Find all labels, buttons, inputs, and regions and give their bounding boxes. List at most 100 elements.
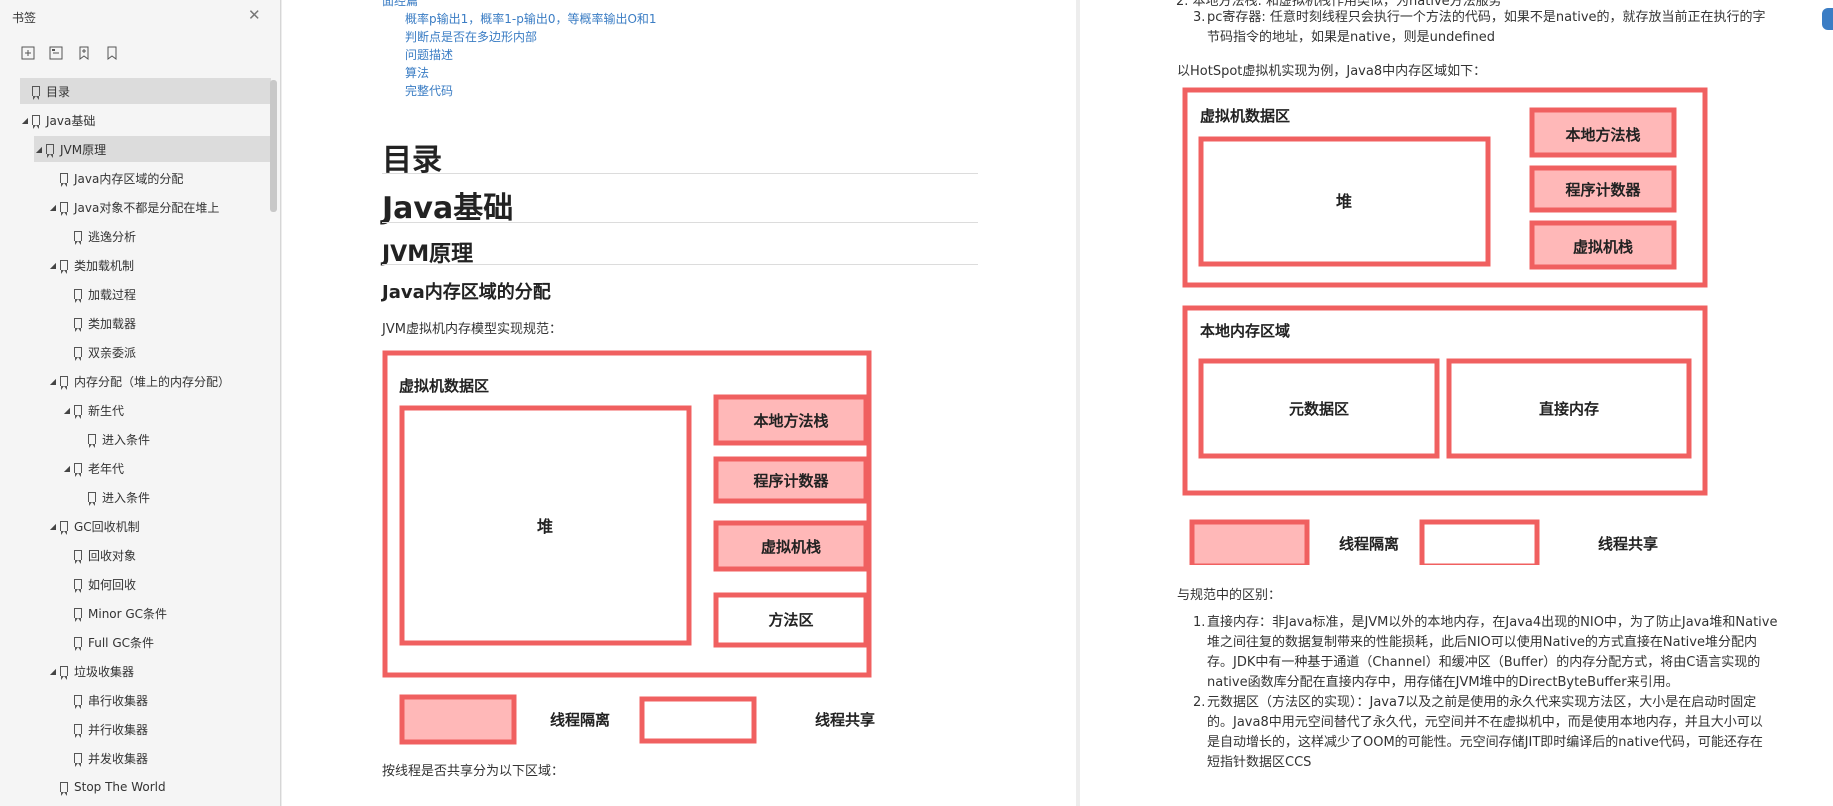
legend-private-box bbox=[399, 694, 517, 745]
toc-link[interactable]: 完整代码 bbox=[405, 82, 453, 99]
sidebar-bookmark-item[interactable]: 目录 bbox=[20, 78, 271, 104]
bookmark-flag-icon bbox=[74, 405, 82, 419]
sidebar-bookmark-item[interactable]: 进入条件 bbox=[76, 484, 271, 510]
expand-arrow-icon[interactable]: ◢ bbox=[48, 667, 58, 676]
sidebar-bookmark-item[interactable]: 双亲委派 bbox=[62, 339, 271, 365]
bookmark-label: 逃逸分析 bbox=[88, 229, 137, 244]
bookmark-flag-icon bbox=[32, 115, 40, 129]
diff-title: 与规范中的区别： bbox=[1177, 588, 1282, 603]
data-area-title: 虚拟机数据区 bbox=[1200, 107, 1290, 125]
sidebar-bookmark-item[interactable]: ◢ 类加载机制 bbox=[48, 252, 271, 278]
bookmark-flag-icon bbox=[74, 637, 82, 651]
expand-arrow-icon[interactable]: ◢ bbox=[62, 464, 72, 473]
legend-shared-box bbox=[639, 696, 757, 744]
bookmark-flag-icon bbox=[60, 376, 68, 390]
sidebar-bookmark-item[interactable]: 串行收集器 bbox=[62, 687, 271, 713]
sidebar-bookmark-item[interactable]: ◢ 内存分配（堆上的内存分配） bbox=[48, 368, 271, 394]
expand-arrow-icon[interactable]: ◢ bbox=[62, 406, 72, 415]
bookmark-flag-icon bbox=[74, 231, 82, 245]
bookmark-label: 内存分配（堆上的内存分配） bbox=[74, 374, 231, 389]
bookmark-flag-icon bbox=[74, 608, 82, 622]
sidebar-bookmark-item[interactable]: ◢ 新生代 bbox=[62, 397, 271, 423]
bookmark-icon[interactable] bbox=[104, 45, 120, 61]
sidebar-title: 书签 bbox=[12, 11, 37, 25]
toc-link[interactable]: 问题描述 bbox=[405, 46, 453, 63]
jvm-memory-diagram: 虚拟机数据区 堆 本地方法栈 程序计数器 虚拟机栈 方法区 线程隔离 线程共享 bbox=[382, 350, 875, 745]
close-icon[interactable]: ✕ bbox=[248, 8, 261, 23]
bookmark-flag-icon bbox=[60, 260, 68, 274]
sidebar-bookmark-item[interactable]: Minor GC条件 bbox=[62, 600, 271, 626]
bookmark-flag-icon bbox=[46, 144, 54, 158]
expand-arrow-icon[interactable]: ◢ bbox=[48, 203, 58, 212]
expand-all-icon[interactable] bbox=[20, 45, 36, 61]
sidebar-bookmark-item[interactable]: Full GC条件 bbox=[62, 629, 271, 655]
bookmark-label: Stop The World bbox=[74, 780, 166, 794]
heading-java: Java基础 bbox=[382, 191, 514, 226]
bookmark-flag-icon bbox=[60, 666, 68, 680]
add-bookmark-icon[interactable] bbox=[76, 45, 92, 61]
bookmark-label: 串行收集器 bbox=[88, 693, 149, 708]
list-item-direct-memory: 1. 直接内存：非Java标准，是JVM以外的本地内存，在Java4出现的NIO… bbox=[1193, 615, 1778, 690]
sidebar-bookmark-item[interactable]: 并发收集器 bbox=[62, 745, 271, 771]
bookmark-label: 新生代 bbox=[88, 403, 125, 418]
collapse-all-icon[interactable] bbox=[48, 45, 64, 61]
sidebar-scrollbar[interactable] bbox=[270, 80, 277, 212]
expand-arrow-icon[interactable]: ◢ bbox=[48, 377, 58, 386]
expand-arrow-icon[interactable]: ◢ bbox=[34, 145, 44, 154]
native-memory-title: 本地内存区域 bbox=[1200, 322, 1290, 340]
native-stack-label: 本地方法栈 bbox=[753, 412, 828, 430]
sidebar-bookmark-item[interactable]: ◢ Java对象不都是分配在堆上 bbox=[48, 194, 271, 220]
sidebar-bookmark-item[interactable]: 如何回收 bbox=[62, 571, 271, 597]
expand-arrow-icon[interactable]: ◢ bbox=[48, 522, 58, 531]
bookmark-flag-icon bbox=[74, 579, 82, 593]
bookmark-flag-icon bbox=[88, 434, 96, 448]
bookmark-label: 进入条件 bbox=[102, 432, 151, 447]
bookmark-flag-icon bbox=[74, 463, 82, 477]
scroll-indicator[interactable] bbox=[1822, 8, 1833, 30]
native-stack-label: 本地方法栈 bbox=[1565, 126, 1640, 144]
bookmark-flag-icon bbox=[74, 550, 82, 564]
pc-label: 程序计数器 bbox=[753, 472, 829, 490]
sidebar-bookmark-item[interactable]: 回收对象 bbox=[62, 542, 271, 568]
bookmark-flag-icon bbox=[74, 753, 82, 767]
hotspot-text: 以HotSpot虚拟机实现为例，Java8中内存区域如下： bbox=[1177, 64, 1487, 79]
sidebar-bookmark-item[interactable]: Stop The World bbox=[48, 774, 271, 800]
bookmark-label: Full GC条件 bbox=[88, 635, 155, 650]
divider bbox=[382, 222, 978, 223]
bookmark-flag-icon bbox=[74, 318, 82, 332]
bookmark-flag-icon bbox=[88, 492, 96, 506]
expand-arrow-icon[interactable]: ◢ bbox=[20, 116, 30, 125]
metaspace-label: 元数据区 bbox=[1289, 400, 1349, 418]
bookmark-label: 并发收集器 bbox=[88, 751, 149, 766]
legend-private-label: 线程隔离 bbox=[1339, 535, 1399, 553]
sidebar-bookmark-item[interactable]: 类加载器 bbox=[62, 310, 271, 336]
toc-link[interactable]: 判断点是否在多边形内部 bbox=[405, 28, 537, 45]
sidebar-bookmark-item[interactable]: ◢ 垃圾收集器 bbox=[48, 658, 271, 684]
sidebar-bookmark-item[interactable]: 并行收集器 bbox=[62, 716, 271, 742]
data-area-title: 虚拟机数据区 bbox=[399, 377, 489, 395]
sidebar-bookmark-item[interactable]: Java内存区域的分配 bbox=[48, 165, 271, 191]
bookmark-label: GC回收机制 bbox=[74, 519, 140, 534]
vm-stack-label: 虚拟机栈 bbox=[761, 538, 821, 556]
heap-label: 堆 bbox=[537, 517, 553, 536]
sidebar-bookmark-item[interactable]: ◢ GC回收机制 bbox=[48, 513, 271, 539]
sidebar-bookmark-item[interactable]: 进入条件 bbox=[76, 426, 271, 452]
bookmark-label: 类加载机制 bbox=[74, 258, 135, 273]
sidebar-bookmark-item[interactable]: 逃逸分析 bbox=[62, 223, 271, 249]
toc-link[interactable]: 概率p输出1，概率1-p输出0，等概率输出O和1 bbox=[405, 10, 657, 27]
intro-text: JVM虚拟机内存模型实现规范： bbox=[382, 322, 562, 337]
sidebar-bookmark-item[interactable]: ◢ 老年代 bbox=[62, 455, 271, 481]
direct-memory-label: 直接内存 bbox=[1539, 400, 1599, 418]
method-area-label: 方法区 bbox=[768, 611, 813, 629]
bookmark-label: 老年代 bbox=[88, 461, 125, 476]
toc-link[interactable]: 算法 bbox=[405, 64, 429, 81]
heading-memory: Java内存区域的分配 bbox=[382, 282, 551, 303]
expand-arrow-icon[interactable]: ◢ bbox=[48, 261, 58, 270]
bookmark-flag-icon bbox=[74, 695, 82, 709]
sidebar-bookmark-item[interactable]: ◢ Java基础 bbox=[20, 107, 271, 133]
legend-private-box bbox=[1189, 519, 1310, 565]
toc-partial-link[interactable]: 面经篇 bbox=[382, 0, 418, 9]
bookmark-flag-icon bbox=[60, 521, 68, 535]
sidebar-bookmark-item[interactable]: 加载过程 bbox=[62, 281, 271, 307]
sidebar-bookmark-item[interactable]: ◢ JVM原理 bbox=[34, 136, 271, 162]
